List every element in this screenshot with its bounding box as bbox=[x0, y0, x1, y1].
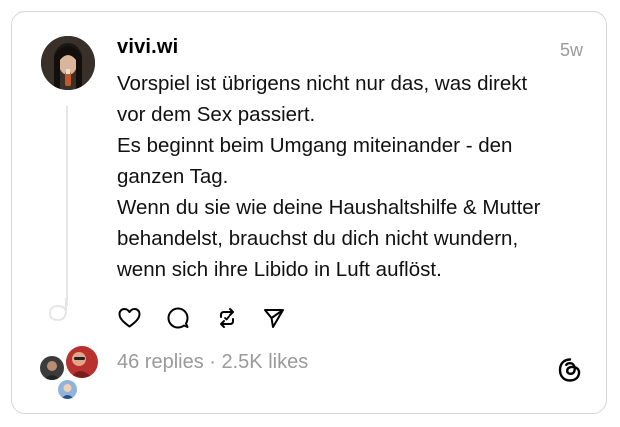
send-icon bbox=[264, 309, 284, 328]
author-avatar[interactable] bbox=[41, 36, 95, 90]
repost-icon bbox=[220, 308, 234, 328]
post-stats: 46 replies · 2.5K likes bbox=[117, 351, 308, 374]
share-button[interactable] bbox=[261, 305, 287, 331]
repost-button[interactable] bbox=[214, 305, 240, 331]
comment-icon bbox=[167, 307, 189, 329]
post-timestamp: 5w bbox=[559, 40, 583, 60]
post-username[interactable]: vivi.wi bbox=[117, 36, 178, 59]
replier-avatar-3 bbox=[56, 378, 79, 401]
replier-avatar-1 bbox=[38, 354, 66, 382]
reply-button[interactable] bbox=[165, 305, 191, 331]
thread-loop-icon bbox=[48, 298, 67, 322]
threads-logo-icon[interactable] bbox=[556, 356, 584, 384]
replies-count[interactable]: 46 replies bbox=[117, 351, 204, 373]
like-button[interactable] bbox=[116, 305, 142, 331]
heart-icon bbox=[118, 308, 140, 328]
stats-separator: · bbox=[203, 351, 222, 373]
replier-avatar-2 bbox=[64, 344, 100, 380]
thread-connector-line bbox=[66, 106, 68, 306]
post-body-text: Vorspiel ist übrigens nicht nur das, was… bbox=[117, 72, 541, 281]
likes-count[interactable]: 2.5K likes bbox=[222, 351, 309, 373]
